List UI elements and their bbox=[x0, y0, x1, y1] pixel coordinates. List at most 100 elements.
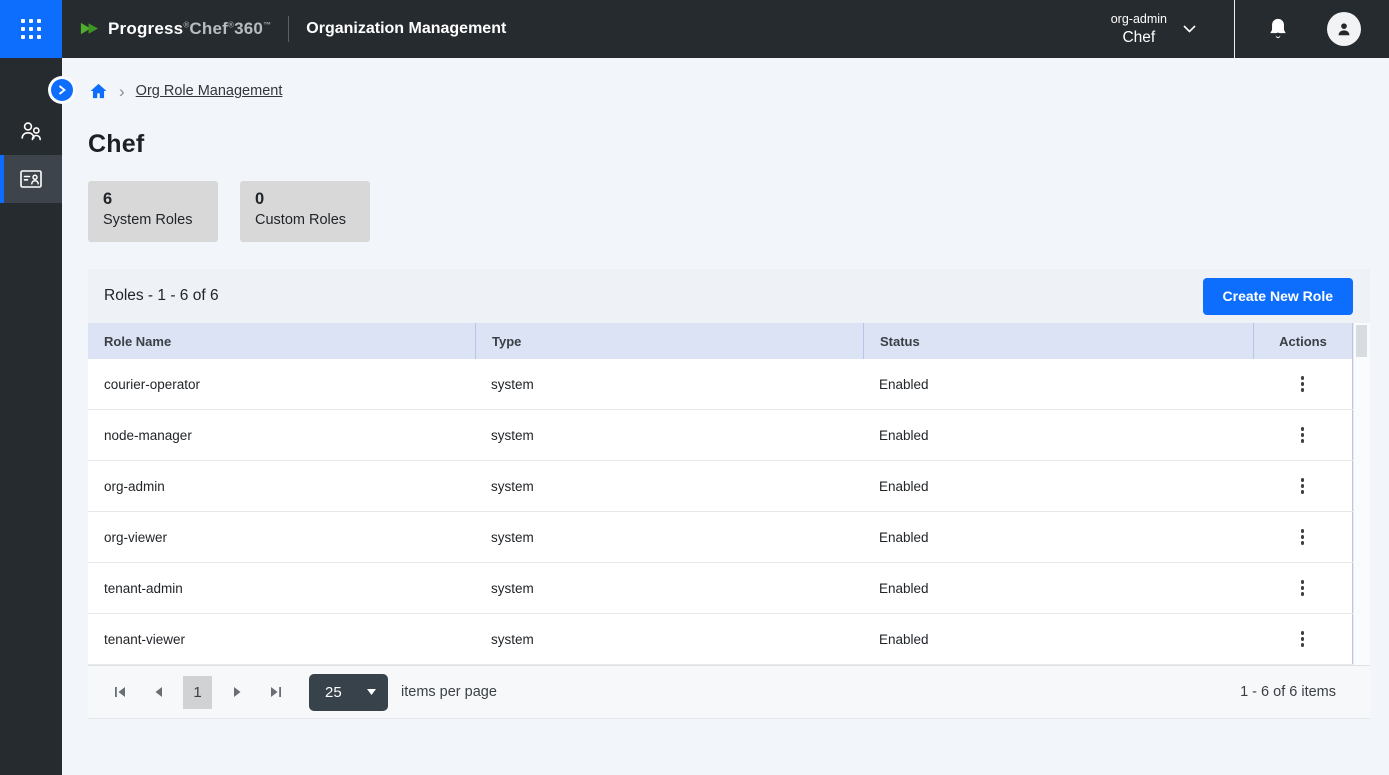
stat-card-custom-roles: 0 Custom Roles bbox=[240, 181, 370, 242]
cell-type: system bbox=[475, 563, 863, 613]
cell-status: Enabled bbox=[863, 359, 1253, 409]
role-badge-icon bbox=[18, 167, 44, 191]
items-per-page-label: items per page bbox=[401, 684, 497, 700]
page-size-value: 25 bbox=[325, 684, 342, 701]
expand-sidebar-button[interactable] bbox=[51, 79, 73, 101]
user-role-label: org-admin bbox=[1111, 12, 1167, 26]
custom-roles-count: 0 bbox=[255, 190, 370, 209]
chevron-down-icon bbox=[1183, 25, 1196, 33]
system-roles-label: System Roles bbox=[103, 212, 218, 228]
table-row: courier-operator system Enabled bbox=[88, 359, 1370, 410]
cell-status: Enabled bbox=[863, 410, 1253, 460]
roles-panel: Roles - 1 - 6 of 6 Create New Role Role … bbox=[88, 269, 1370, 719]
home-icon[interactable] bbox=[89, 82, 108, 100]
breadcrumb-separator: › bbox=[119, 83, 125, 100]
brand-logo: Progress®Chef®360™ bbox=[62, 19, 271, 40]
roles-panel-header: Roles - 1 - 6 of 6 Create New Role bbox=[88, 269, 1370, 323]
avatar bbox=[1327, 12, 1361, 46]
previous-page-icon bbox=[154, 686, 163, 698]
column-header-actions: Actions bbox=[1253, 323, 1353, 359]
chevron-right-icon bbox=[58, 85, 66, 95]
first-page-button[interactable] bbox=[105, 677, 135, 707]
cell-status: Enabled bbox=[863, 614, 1253, 664]
row-actions-kebab-button[interactable] bbox=[1292, 522, 1314, 552]
cell-type: system bbox=[475, 410, 863, 460]
cell-actions bbox=[1253, 410, 1353, 460]
org-name-label: Chef bbox=[1122, 29, 1155, 47]
column-header-type: Type bbox=[475, 323, 863, 359]
roles-table: Role Name Type Status Actions courier-op… bbox=[88, 323, 1370, 665]
cell-role-name: tenant-viewer bbox=[88, 614, 475, 664]
roles-table-header: Role Name Type Status Actions bbox=[88, 323, 1370, 359]
sidebar-item-org-roles[interactable] bbox=[0, 155, 62, 203]
page-title: Chef bbox=[88, 130, 1389, 159]
table-row: tenant-admin system Enabled bbox=[88, 563, 1370, 614]
bell-icon bbox=[1267, 17, 1289, 41]
cell-type: system bbox=[475, 461, 863, 511]
cell-status: Enabled bbox=[863, 512, 1253, 562]
system-roles-count: 6 bbox=[103, 190, 218, 209]
brand-text: Progress®Chef®360™ bbox=[108, 19, 271, 39]
row-actions-kebab-button[interactable] bbox=[1292, 420, 1314, 450]
cell-status: Enabled bbox=[863, 461, 1253, 511]
row-actions-kebab-button[interactable] bbox=[1292, 624, 1314, 654]
column-header-status: Status bbox=[863, 323, 1253, 359]
custom-roles-label: Custom Roles bbox=[255, 212, 370, 228]
table-row: node-manager system Enabled bbox=[88, 410, 1370, 461]
cell-type: system bbox=[475, 359, 863, 409]
sidebar bbox=[0, 58, 62, 775]
pagination-range-label: 1 - 6 of 6 items bbox=[1240, 684, 1353, 700]
cell-role-name: org-viewer bbox=[88, 512, 475, 562]
app-title: Organization Management bbox=[306, 20, 506, 38]
topbar: Progress®Chef®360™ Organization Manageme… bbox=[0, 0, 1389, 58]
notifications-button[interactable] bbox=[1261, 16, 1295, 42]
current-page-button[interactable]: 1 bbox=[183, 676, 212, 709]
breadcrumb-link-org-role-management[interactable]: Org Role Management bbox=[136, 83, 283, 99]
first-page-icon bbox=[114, 686, 127, 698]
table-scrollbar-thumb[interactable] bbox=[1356, 325, 1367, 357]
cell-role-name: org-admin bbox=[88, 461, 475, 511]
table-body: courier-operator system Enabled node-man… bbox=[88, 359, 1370, 665]
pagination-bar: 1 25 item bbox=[88, 665, 1370, 719]
next-page-icon bbox=[233, 686, 242, 698]
cell-actions bbox=[1253, 563, 1353, 613]
users-icon bbox=[18, 119, 44, 143]
user-account-button[interactable] bbox=[1321, 11, 1367, 47]
breadcrumb: › Org Role Management bbox=[62, 58, 1389, 100]
topbar-divider bbox=[1234, 0, 1235, 58]
cell-actions bbox=[1253, 512, 1353, 562]
table-scrollbar-track[interactable] bbox=[1353, 323, 1370, 665]
cell-actions bbox=[1253, 461, 1353, 511]
cell-role-name: node-manager bbox=[88, 410, 475, 460]
person-icon bbox=[1334, 19, 1354, 39]
table-row: org-viewer system Enabled bbox=[88, 512, 1370, 563]
waffle-icon bbox=[21, 19, 41, 39]
cell-type: system bbox=[475, 614, 863, 664]
last-page-button[interactable] bbox=[260, 677, 290, 707]
progress-logo-icon bbox=[79, 19, 100, 40]
row-actions-kebab-button[interactable] bbox=[1292, 369, 1314, 399]
last-page-icon bbox=[269, 686, 282, 698]
org-switcher-menu[interactable]: org-admin Chef bbox=[1105, 11, 1202, 48]
table-row: tenant-viewer system Enabled bbox=[88, 614, 1370, 665]
page-size-select[interactable]: 25 bbox=[309, 674, 388, 711]
brand-divider bbox=[288, 16, 289, 42]
cell-role-name: tenant-admin bbox=[88, 563, 475, 613]
previous-page-button[interactable] bbox=[143, 677, 173, 707]
cell-type: system bbox=[475, 512, 863, 562]
cell-role-name: courier-operator bbox=[88, 359, 475, 409]
app-launcher-button[interactable] bbox=[0, 0, 62, 58]
cell-actions bbox=[1253, 359, 1353, 409]
roles-panel-title: Roles - 1 - 6 of 6 bbox=[104, 287, 219, 305]
column-header-role-name: Role Name bbox=[88, 323, 475, 359]
table-row: org-admin system Enabled bbox=[88, 461, 1370, 512]
dropdown-triangle-icon bbox=[367, 689, 376, 695]
row-actions-kebab-button[interactable] bbox=[1292, 471, 1314, 501]
sidebar-item-users[interactable] bbox=[0, 107, 62, 155]
cell-status: Enabled bbox=[863, 563, 1253, 613]
cell-actions bbox=[1253, 614, 1353, 664]
stat-cards: 6 System Roles 0 Custom Roles bbox=[88, 181, 1389, 242]
next-page-button[interactable] bbox=[222, 677, 252, 707]
row-actions-kebab-button[interactable] bbox=[1292, 573, 1314, 603]
create-new-role-button[interactable]: Create New Role bbox=[1203, 278, 1353, 315]
